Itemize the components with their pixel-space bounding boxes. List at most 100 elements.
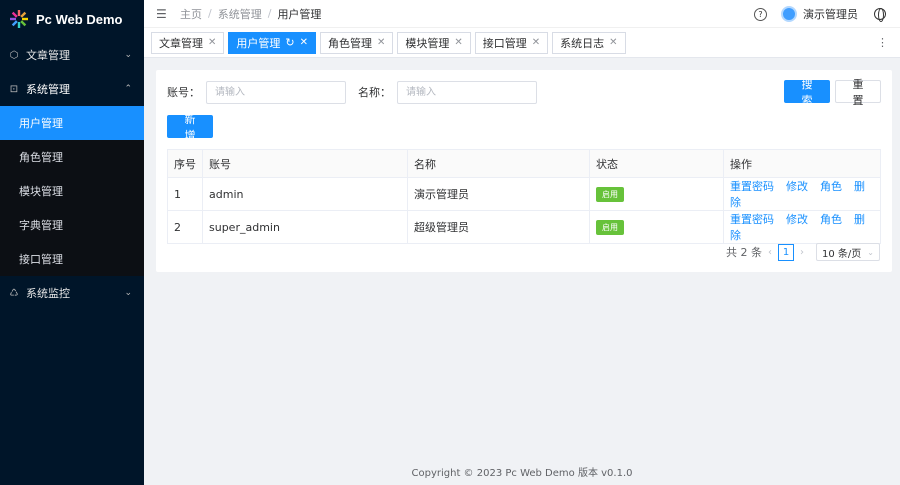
refresh-icon[interactable]: ↻	[285, 36, 294, 49]
sidebar-group-monitor[interactable]: ♺ 系统监控 ⌄	[0, 276, 144, 310]
reset-password-link[interactable]: 重置密码	[730, 180, 774, 193]
edit-link[interactable]: 修改	[786, 213, 808, 226]
page-tabs: 文章管理 ✕ 用户管理 ↻ ✕ 角色管理 ✕ 模块管理 ✕ 接口管理 ✕ 系统日…	[144, 28, 900, 58]
close-icon[interactable]: ✕	[532, 37, 540, 48]
page-size-value: 10 条/页	[822, 248, 862, 260]
sidebar-item-modules[interactable]: 模块管理	[0, 174, 144, 208]
cell-account: super_admin	[202, 210, 408, 244]
chevron-left-icon[interactable]: ‹	[768, 247, 772, 258]
cell-name: 超级管理员	[407, 210, 590, 244]
avatar[interactable]	[781, 6, 797, 22]
tab-modules[interactable]: 模块管理 ✕	[397, 31, 471, 54]
page-size-select[interactable]: 10 条/页 ⌄	[816, 243, 880, 261]
sidebar-group-label: 文章管理	[26, 49, 70, 62]
user-management-panel: 账号： 名称： 搜 索 重 置 新 增 序号 账号 名称 状态 操作 1 adm…	[156, 70, 892, 272]
sidebar-item-roles[interactable]: 角色管理	[0, 140, 144, 174]
chevron-down-icon: ⌄	[124, 288, 132, 298]
tab-label: 接口管理	[482, 36, 527, 50]
tab-roles[interactable]: 角色管理 ✕	[320, 31, 394, 54]
recycle-icon: ♺	[9, 287, 19, 299]
table-row: 2 super_admin 超级管理员 启用 重置密码 修改 角色 删除	[167, 210, 881, 244]
cell-actions: 重置密码 修改 角色 删除	[723, 177, 881, 211]
close-icon[interactable]: ✕	[377, 37, 385, 48]
sidebar-group-label: 系统监控	[26, 287, 70, 300]
close-icon[interactable]: ✕	[609, 37, 617, 48]
page-number-current[interactable]: 1	[778, 243, 794, 261]
tab-label: 文章管理	[159, 36, 203, 50]
reset-password-link[interactable]: 重置密码	[730, 213, 774, 226]
menu-toggle-icon[interactable]: ☰	[156, 7, 170, 21]
tab-label: 角色管理	[328, 36, 372, 50]
cell-index: 2	[167, 210, 203, 244]
help-icon[interactable]: ?	[754, 7, 767, 21]
sidebar-group-system[interactable]: ⊡ 系统管理 ⌃	[0, 72, 144, 106]
tab-label: 用户管理	[236, 36, 281, 50]
chevron-right-icon[interactable]: ›	[800, 247, 804, 258]
tab-label: 系统日志	[560, 36, 605, 50]
sidebar-item-users[interactable]: 用户管理	[0, 106, 144, 140]
chevron-up-icon: ⌃	[124, 84, 132, 94]
edit-link[interactable]: 修改	[786, 180, 808, 193]
breadcrumb-home[interactable]: 主页	[180, 6, 202, 22]
column-header-status: 状态	[589, 149, 724, 178]
column-header-index: 序号	[167, 149, 203, 178]
tab-articles[interactable]: 文章管理 ✕	[151, 31, 225, 54]
header-actions: ? 演示管理员	[754, 0, 886, 28]
more-vertical-icon[interactable]: ⋮	[877, 36, 888, 49]
column-header-actions: 操作	[723, 149, 881, 178]
cell-name: 演示管理员	[407, 177, 590, 211]
cell-status: 启用	[589, 177, 724, 211]
column-header-account: 账号	[202, 149, 408, 178]
user-name[interactable]: 演示管理员	[803, 6, 858, 22]
pagination: 共 2 条 ‹ 1 › 10 条/页 ⌄	[726, 242, 880, 262]
name-label: 名称：	[358, 86, 391, 99]
close-icon[interactable]: ✕	[208, 37, 216, 48]
status-badge: 启用	[596, 219, 624, 235]
breadcrumb: 主页 / 系统管理 / 用户管理	[180, 6, 321, 22]
chevron-down-icon: ⌄	[867, 247, 874, 257]
logo-icon	[10, 10, 28, 28]
tab-api[interactable]: 接口管理 ✕	[474, 31, 549, 54]
reset-button[interactable]: 重 置	[835, 78, 881, 107]
cell-account: admin	[202, 177, 408, 211]
footer-copyright: Copyright © 2023 Pc Web Demo 版本 v0.1.0	[411, 468, 633, 479]
account-input[interactable]	[206, 80, 346, 104]
sidebar-item-dictionary[interactable]: 字典管理	[0, 208, 144, 242]
status-badge: 启用	[596, 186, 624, 202]
table-row: 1 admin 演示管理员 启用 重置密码 修改 角色 删除	[167, 177, 881, 211]
hexagon-icon: ⬡	[9, 49, 19, 61]
tab-logs[interactable]: 系统日志 ✕	[552, 31, 626, 54]
app-title: Pc Web Demo	[36, 11, 123, 27]
close-icon[interactable]: ✕	[300, 37, 308, 48]
tab-users[interactable]: 用户管理 ↻ ✕	[228, 31, 316, 54]
cell-index: 1	[167, 177, 203, 211]
account-label: 账号：	[167, 86, 200, 99]
search-form: 账号： 名称：	[167, 80, 881, 104]
settings-box-icon: ⊡	[9, 83, 19, 95]
column-header-name: 名称	[407, 149, 590, 178]
sidebar-item-api[interactable]: 接口管理	[0, 242, 144, 276]
name-input[interactable]	[397, 80, 537, 104]
sidebar-group-label: 系统管理	[26, 83, 70, 96]
breadcrumb-separator: /	[267, 7, 272, 20]
add-user-button[interactable]: 新 增	[167, 113, 213, 142]
chevron-down-icon: ⌄	[124, 50, 132, 60]
role-link[interactable]: 角色	[820, 213, 842, 226]
role-link[interactable]: 角色	[820, 180, 842, 193]
close-icon[interactable]: ✕	[454, 37, 462, 48]
top-header: ☰ 主页 / 系统管理 / 用户管理 ? 演示管理员	[144, 0, 900, 28]
breadcrumb-system[interactable]: 系统管理	[218, 6, 262, 22]
pagination-total: 共 2 条	[726, 246, 762, 259]
sidebar-group-articles[interactable]: ⬡ 文章管理 ⌄	[0, 38, 144, 72]
user-table: 序号 账号 名称 状态 操作 1 admin 演示管理员 启用 重置密码 修改 角色…	[167, 149, 881, 244]
cell-actions: 重置密码 修改 角色 删除	[723, 210, 881, 244]
tab-label: 模块管理	[405, 36, 450, 50]
search-button[interactable]: 搜 索	[784, 78, 830, 107]
breadcrumb-current: 用户管理	[277, 7, 322, 21]
logo[interactable]: Pc Web Demo	[0, 0, 144, 38]
globe-icon[interactable]	[874, 8, 886, 22]
sidebar: Pc Web Demo ⬡ 文章管理 ⌄ ⊡ 系统管理 ⌃ 用户管理 角色管理 …	[0, 0, 144, 485]
cell-status: 启用	[589, 210, 724, 244]
table-header-row: 序号 账号 名称 状态 操作	[167, 149, 881, 178]
breadcrumb-separator: /	[208, 7, 212, 20]
